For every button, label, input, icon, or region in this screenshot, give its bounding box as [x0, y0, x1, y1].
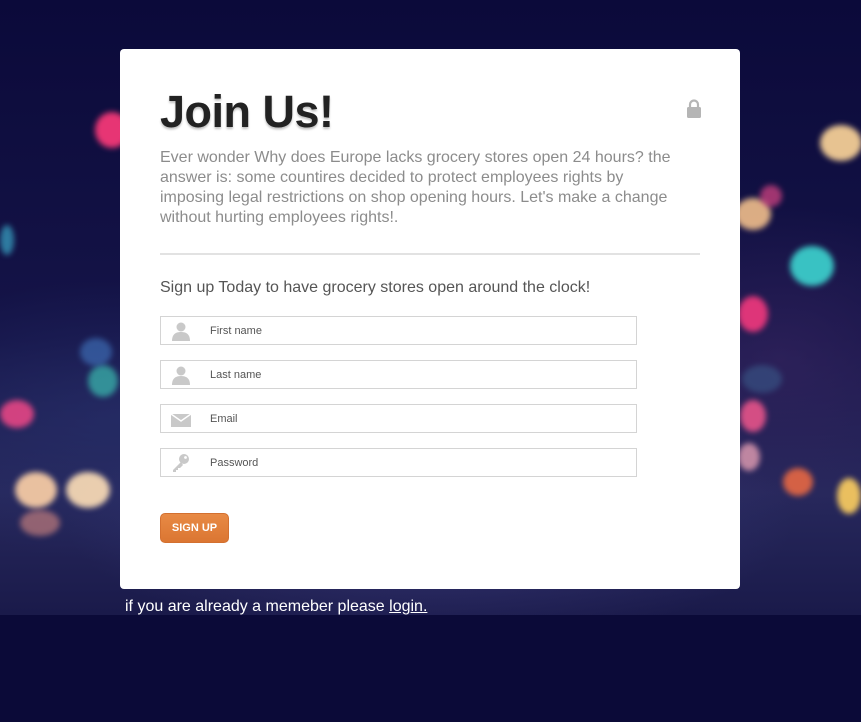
key-icon [171, 453, 191, 473]
signup-subheading: Sign up Today to have grocery stores ope… [160, 279, 591, 296]
email-field[interactable] [160, 404, 637, 433]
envelope-icon [170, 409, 192, 429]
sign-up-button[interactable]: Sign Up [160, 513, 229, 543]
user-icon [171, 365, 191, 385]
last-name-input[interactable] [210, 361, 630, 388]
signup-card: Join Us! Ever wonder Why does Europe lac… [120, 49, 740, 589]
intro-text: Ever wonder Why does Europe lacks grocer… [160, 149, 671, 226]
login-prompt: if you are already a memeber please logi… [125, 597, 427, 617]
user-icon [171, 321, 191, 341]
password-field[interactable] [160, 448, 637, 477]
footer-background [0, 615, 861, 722]
first-name-field[interactable] [160, 316, 637, 345]
email-input[interactable] [210, 405, 630, 432]
first-name-input[interactable] [210, 317, 630, 344]
page-title: Join Us! [160, 86, 334, 137]
divider [160, 253, 700, 255]
lock-icon [686, 99, 702, 119]
password-input[interactable] [210, 449, 630, 476]
last-name-field[interactable] [160, 360, 637, 389]
login-link[interactable]: login. [389, 598, 427, 615]
login-prompt-text: if you are already a memeber please [125, 598, 390, 615]
